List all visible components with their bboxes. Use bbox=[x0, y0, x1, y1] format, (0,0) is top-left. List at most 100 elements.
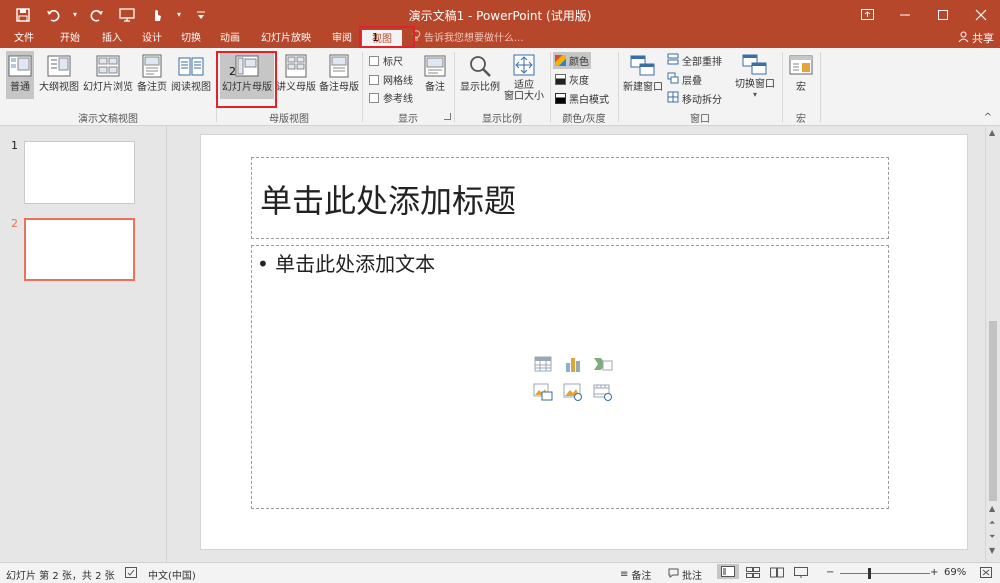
zoom-level[interactable]: 69% bbox=[944, 567, 966, 578]
content-placeholder[interactable]: • 单击此处添加文本 bbox=[251, 245, 889, 509]
slide-sorter-button[interactable]: 幻灯片浏览 bbox=[82, 51, 134, 99]
reading-view-button[interactable]: 阅读视图 bbox=[170, 51, 212, 99]
tab-file[interactable]: 文件 bbox=[6, 29, 42, 48]
spell-check-icon[interactable] bbox=[125, 567, 137, 578]
scroll-up-icon[interactable]: ▲ bbox=[989, 504, 995, 513]
normal-view-status-button[interactable] bbox=[717, 564, 739, 579]
thumbnail-number: 2 bbox=[11, 217, 18, 230]
show-dialog-launcher-icon[interactable] bbox=[444, 113, 451, 120]
cascade-button[interactable]: 层叠 bbox=[667, 72, 702, 87]
previous-slide-icon[interactable]: ⏶ bbox=[989, 518, 995, 528]
tab-insert[interactable]: 插入 bbox=[94, 29, 130, 48]
scroll-down-icon[interactable]: ▼ bbox=[989, 546, 995, 555]
slide-thumbnail-pane: 1 2 bbox=[0, 126, 167, 562]
insert-online-picture-icon[interactable] bbox=[558, 378, 588, 406]
notes-page-button[interactable]: 备注页 bbox=[134, 51, 170, 99]
arrange-all-button[interactable]: 全部重排 bbox=[667, 53, 722, 68]
zoom-slider-handle[interactable] bbox=[868, 568, 871, 579]
slide-sorter-status-icon[interactable] bbox=[746, 567, 760, 578]
tab-review[interactable]: 审阅 bbox=[324, 29, 360, 48]
ruler-checkbox[interactable]: 标尺 bbox=[369, 53, 403, 68]
guides-checkbox[interactable]: 参考线 bbox=[369, 90, 413, 105]
step-marker-1: 1 bbox=[372, 31, 379, 44]
notes-master-button[interactable]: 备注母版 bbox=[318, 51, 360, 99]
insert-chart-icon[interactable] bbox=[558, 350, 588, 378]
group-divider bbox=[820, 52, 821, 122]
fit-to-window-button[interactable]: 适应 窗口大小 bbox=[502, 51, 546, 102]
content-placeholder-text: • 单击此处添加文本 bbox=[257, 252, 436, 276]
status-comments-button[interactable]: 批注 bbox=[668, 567, 702, 582]
gridlines-label: 网格线 bbox=[383, 76, 413, 87]
start-from-beginning-icon[interactable] bbox=[112, 0, 142, 29]
minimize-icon[interactable] bbox=[886, 0, 924, 29]
insert-table-icon[interactable] bbox=[528, 350, 558, 378]
zoom-out-icon[interactable]: − bbox=[826, 567, 834, 578]
slide-thumbnail-1[interactable] bbox=[24, 141, 135, 204]
tab-animations[interactable]: 动画 bbox=[212, 29, 248, 48]
save-icon[interactable] bbox=[8, 0, 38, 29]
customize-qat-icon[interactable] bbox=[186, 0, 216, 29]
insert-smartart-icon[interactable] bbox=[588, 350, 618, 378]
vertical-scrollbar[interactable]: ▲ ▲ ⏶ ⏷ ▼ bbox=[985, 126, 1000, 562]
slide-sorter-icon bbox=[95, 53, 121, 79]
magnifier-icon bbox=[467, 53, 493, 79]
status-notes-button[interactable]: ≡ 备注 bbox=[620, 567, 651, 582]
fit-to-window-label: 适应 窗口大小 bbox=[504, 80, 544, 102]
notes-master-label: 备注母版 bbox=[319, 82, 359, 93]
undo-dropdown-icon[interactable]: ▾ bbox=[68, 0, 82, 29]
ribbon-display-options-icon[interactable] bbox=[848, 0, 886, 29]
slide-thumbnail-2[interactable] bbox=[24, 218, 135, 281]
macros-button[interactable]: 宏 bbox=[786, 51, 816, 99]
scrollbar-thumb[interactable] bbox=[989, 321, 997, 501]
collapse-ribbon-icon[interactable]: ^ bbox=[984, 112, 992, 123]
new-window-button[interactable]: 新建窗口 bbox=[621, 51, 665, 99]
switch-windows-icon bbox=[742, 53, 768, 76]
close-icon[interactable] bbox=[962, 0, 1000, 29]
zoom-in-icon[interactable]: + bbox=[930, 567, 938, 578]
grayscale-option[interactable]: 灰度 bbox=[555, 72, 589, 87]
notes-button[interactable]: 备注 bbox=[420, 51, 450, 99]
fit-to-window-icon bbox=[511, 53, 537, 77]
tab-design[interactable]: 设计 bbox=[134, 29, 170, 48]
maximize-icon[interactable] bbox=[924, 0, 962, 29]
title-placeholder[interactable]: 单击此处添加标题 bbox=[251, 157, 889, 239]
tab-home[interactable]: 开始 bbox=[52, 29, 88, 48]
language-indicator[interactable]: 中文(中国) bbox=[148, 567, 196, 582]
normal-view-button[interactable]: 普通 bbox=[6, 51, 34, 99]
move-split-button[interactable]: 移动拆分 bbox=[667, 91, 722, 106]
zoom-slider-track[interactable] bbox=[840, 573, 930, 574]
undo-icon[interactable] bbox=[38, 0, 68, 29]
insert-picture-icon[interactable] bbox=[528, 378, 558, 406]
next-slide-icon[interactable]: ⏷ bbox=[989, 532, 995, 542]
arrange-all-label: 全部重排 bbox=[682, 57, 722, 68]
outline-view-icon bbox=[46, 53, 72, 79]
slideshow-status-icon[interactable] bbox=[794, 567, 808, 578]
scroll-up-icon[interactable]: ▲ bbox=[989, 128, 995, 137]
touch-dropdown-icon[interactable]: ▾ bbox=[172, 0, 186, 29]
color-option[interactable]: 颜色 bbox=[553, 52, 591, 69]
master-views-group-label: 母版视图 bbox=[269, 114, 309, 125]
reading-view-status-icon[interactable] bbox=[770, 567, 784, 578]
insert-video-icon[interactable] bbox=[588, 378, 618, 406]
tab-transitions[interactable]: 切换 bbox=[173, 29, 209, 48]
handout-master-button[interactable]: 讲义母版 bbox=[274, 51, 318, 99]
touch-mode-icon[interactable] bbox=[142, 0, 172, 29]
redo-icon[interactable] bbox=[82, 0, 112, 29]
notes-icon bbox=[422, 53, 448, 79]
gridlines-checkbox-box bbox=[369, 74, 379, 85]
status-notes-label: 备注 bbox=[631, 571, 652, 582]
tab-view[interactable]: 视图 bbox=[362, 30, 402, 48]
share-button[interactable]: 共享 bbox=[958, 29, 994, 48]
switch-windows-button[interactable]: 切换窗口 ▾ bbox=[733, 51, 777, 99]
gridlines-checkbox[interactable]: 网格线 bbox=[369, 72, 413, 87]
outline-view-button[interactable]: 大纲视图 bbox=[36, 51, 82, 99]
zoom-button[interactable]: 显示比例 bbox=[458, 51, 502, 99]
fit-label-line1: 适应 bbox=[514, 80, 534, 91]
ribbon-tab-row: 文件 开始 插入 设计 切换 动画 幻灯片放映 审阅 视图 告诉我您想要做什么.… bbox=[0, 29, 1000, 48]
fit-slide-to-window-icon[interactable] bbox=[980, 567, 992, 578]
tell-me-box[interactable]: 告诉我您想要做什么... bbox=[412, 29, 524, 48]
tab-slide-show[interactable]: 幻灯片放映 bbox=[254, 29, 318, 48]
black-white-option[interactable]: 黑白模式 bbox=[555, 91, 609, 106]
zoom-group-label: 显示比例 bbox=[482, 114, 522, 125]
window-group-label: 窗口 bbox=[690, 114, 710, 125]
